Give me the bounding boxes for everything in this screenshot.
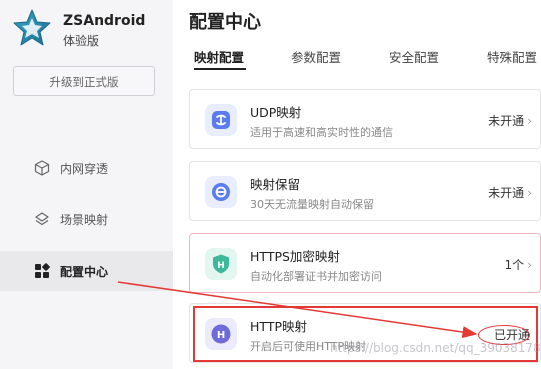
status-text: 1个 [504, 258, 525, 272]
cube-icon [33, 159, 51, 177]
sidebar-item-scene-mapping[interactable]: 场景映射 [0, 199, 173, 239]
card-status[interactable]: 1个 › [505, 256, 532, 273]
sidebar-item-label: 配置中心 [60, 264, 109, 279]
card-description: 开启后可使用HTTP映射 [250, 340, 367, 353]
h-icon: H [205, 318, 237, 350]
shield-h-icon: H [205, 248, 237, 280]
card-description: 自动化部署证书并加密访问 [250, 270, 382, 283]
card-description: 30天无流量映射自动保留 [250, 198, 374, 211]
card-https-mapping[interactable]: H HTTPS加密映射 自动化部署证书并加密访问 1个 › [189, 233, 541, 293]
active-tab-indicator [194, 68, 246, 70]
card-status[interactable]: 未开通 › [488, 112, 532, 129]
status-text: 已开通 [493, 328, 530, 342]
card-udp-mapping[interactable]: UDP映射 适用于高速和高实时性的通信 未开通 › [189, 89, 541, 149]
brand: ZSAndroid 体验版 [12, 8, 145, 49]
chevron-right-icon: › [527, 186, 532, 200]
card-title: UDP映射 [250, 105, 302, 120]
svg-text:H: H [217, 330, 225, 341]
sidebar-item-intranet[interactable]: 内网穿透 [0, 148, 173, 188]
sidebar-item-label: 内网穿透 [60, 161, 109, 176]
upgrade-button[interactable]: 升级到正式版 [13, 66, 155, 96]
app-name: ZSAndroid [63, 13, 146, 29]
chevron-right-icon: › [527, 114, 532, 128]
card-title: HTTPS加密映射 [250, 249, 340, 264]
card-title: 映射保留 [250, 177, 301, 192]
card-status[interactable]: 未开通 › [488, 184, 532, 201]
tab-mapping-config[interactable]: 映射配置 [194, 47, 244, 66]
sidebar: ZSAndroid 体验版 升级到正式版 内网穿透 场景映射 配置中心 [0, 0, 173, 369]
chevron-right-icon: › [527, 258, 532, 272]
grid-icon [33, 262, 51, 280]
card-description: 适用于高速和高实时性的通信 [250, 126, 393, 139]
svg-text:H: H [217, 261, 225, 271]
sidebar-item-config-center[interactable]: 配置中心 [0, 251, 173, 291]
edition-label: 体验版 [63, 34, 100, 48]
tab-special-config[interactable]: 特殊配置 [487, 47, 537, 66]
status-text: 未开通 [488, 114, 525, 128]
link-icon [205, 104, 237, 136]
retain-icon [205, 176, 237, 208]
tab-parameter-config[interactable]: 参数配置 [291, 47, 341, 66]
card-status[interactable]: 已开通 [494, 326, 530, 343]
tab-security-config[interactable]: 安全配置 [389, 47, 439, 66]
status-text: 未开通 [488, 186, 525, 200]
layers-icon [33, 210, 51, 228]
card-mapping-retain[interactable]: 映射保留 30天无流量映射自动保留 未开通 › [189, 161, 541, 221]
card-title: HTTP映射 [250, 319, 307, 334]
app-logo-star-icon [13, 9, 51, 46]
page-title: 配置中心 [189, 12, 261, 33]
sidebar-item-label: 场景映射 [60, 212, 109, 227]
card-http-mapping[interactable]: H HTTP映射 开启后可使用HTTP映射 已开通 [189, 303, 541, 363]
